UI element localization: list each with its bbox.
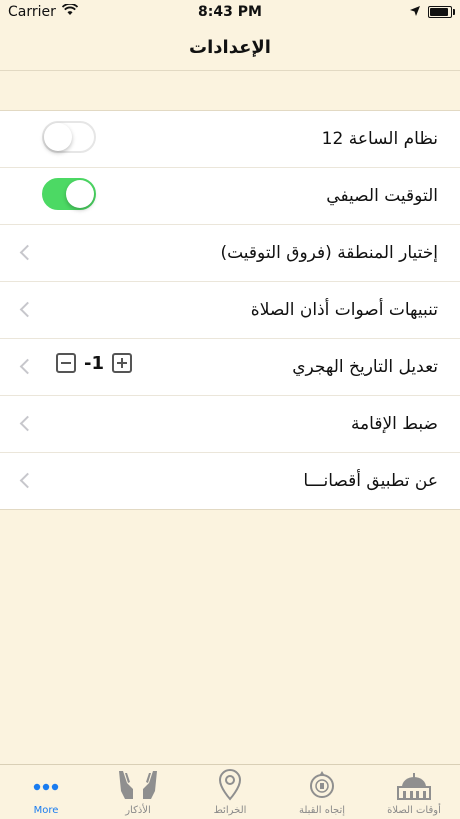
setting-label: ضبط الإقامة [350,414,438,434]
setting-adhan-sounds[interactable]: تنبيهات أصوات أذان الصلاة [0,282,460,339]
tab-qibla[interactable]: إتجاه القبلة [276,765,368,819]
toggle-knob [66,180,94,208]
chevron-left-icon [19,301,36,318]
tab-label: إتجاه القبلة [298,805,346,816]
twelve-hour-toggle[interactable] [42,121,96,153]
battery-icon [428,6,455,18]
setting-about-app[interactable]: عن تطبيق أقصانـــا [0,453,460,509]
location-arrow-icon [410,4,420,20]
setting-hijri-adjust: تعديل التاريخ الهجري -1 [0,339,460,396]
mosque-icon [394,769,434,805]
tab-label: More [33,805,59,816]
praying-hands-icon [115,769,161,805]
hijri-offset-value: -1 [84,352,104,374]
setting-iqama[interactable]: ضبط الإقامة [0,396,460,453]
status-right [410,4,455,20]
setting-label: التوقيت الصيفي [326,186,438,206]
tab-prayer-times[interactable]: أوقات الصلاة [368,765,460,819]
setting-label: تعديل التاريخ الهجري [292,357,438,377]
setting-label: إختيار المنطقة (فروق التوقيت) [220,243,438,263]
more-icon [29,769,63,803]
tab-label: أوقات الصلاة [387,805,441,816]
status-time: 8:43 PM [198,4,262,20]
page-title: الإعدادات [189,36,271,58]
tab-label: الخرائط [213,805,247,816]
tab-label: الأذكار [125,805,151,816]
chevron-left-icon [19,244,36,261]
daylight-saving-toggle[interactable] [42,178,96,210]
tab-maps[interactable]: الخرائط [184,765,276,819]
map-pin-icon [217,768,243,805]
setting-label: نظام الساعة 12 [321,129,438,149]
hijri-stepper: -1 [56,351,132,375]
minus-button[interactable] [56,353,76,373]
tab-bar: More الأذكار الخرائط إتجاه القبلة أوقات … [0,764,460,819]
nav-bar: الإعدادات [0,24,460,71]
setting-label: تنبيهات أصوات أذان الصلاة [250,300,438,320]
status-bar: Carrier 8:43 PM [0,0,460,24]
compass-icon [307,769,337,805]
setting-12-hour-clock: نظام الساعة 12 [0,111,460,168]
chevron-left-icon [19,472,36,489]
tab-adhkar[interactable]: الأذكار [92,765,184,819]
toggle-knob [44,123,72,151]
setting-daylight-saving: التوقيت الصيفي [0,168,460,225]
setting-label: عن تطبيق أقصانـــا [303,471,438,491]
settings-list: نظام الساعة 12 التوقيت الصيفي إختيار الم… [0,110,460,510]
chevron-left-icon [19,415,36,432]
setting-timezone[interactable]: إختيار المنطقة (فروق التوقيت) [0,225,460,282]
chevron-left-icon [19,358,36,375]
plus-button[interactable] [112,353,132,373]
tab-more[interactable]: More [0,765,92,819]
